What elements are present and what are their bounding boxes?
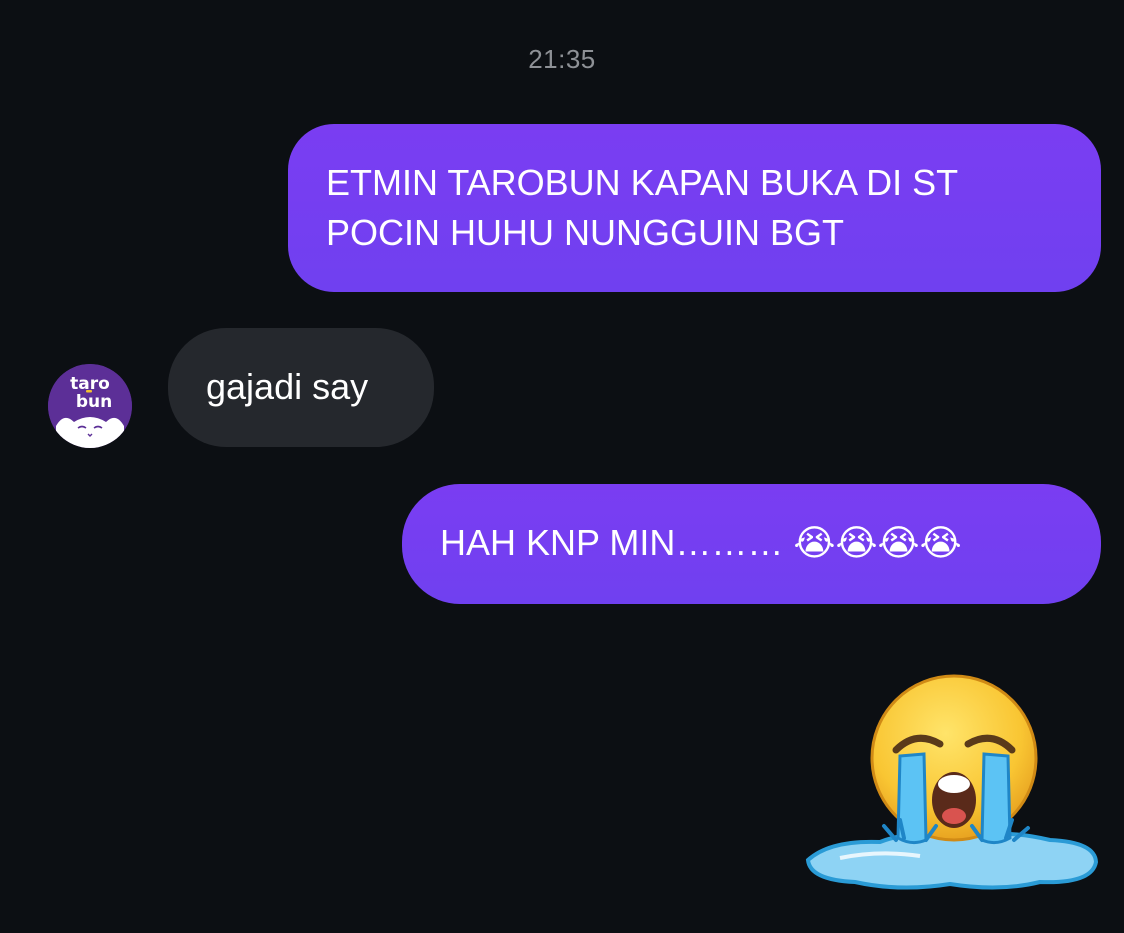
message-timestamp: 21:35	[528, 44, 596, 74]
crying-face-sticker-icon[interactable]	[800, 670, 1100, 900]
tarobun-logo: taro bun	[48, 364, 132, 448]
sent-message-bubble[interactable]: HAH KNP MIN……… 😭😭😭😭	[402, 484, 1101, 604]
message-text: ETMIN TAROBUN KAPAN BUKA DI ST POCIN HUH…	[326, 162, 958, 253]
received-message-bubble[interactable]: gajadi say	[168, 328, 434, 447]
avatar-text-line2: bun	[76, 392, 112, 412]
message-text: HAH KNP MIN……… 😭😭😭😭	[440, 522, 962, 563]
sent-message-bubble[interactable]: ETMIN TAROBUN KAPAN BUKA DI ST POCIN HUH…	[288, 124, 1101, 292]
message-text: gajadi say	[206, 366, 369, 407]
sender-avatar[interactable]: taro bun	[48, 364, 132, 448]
